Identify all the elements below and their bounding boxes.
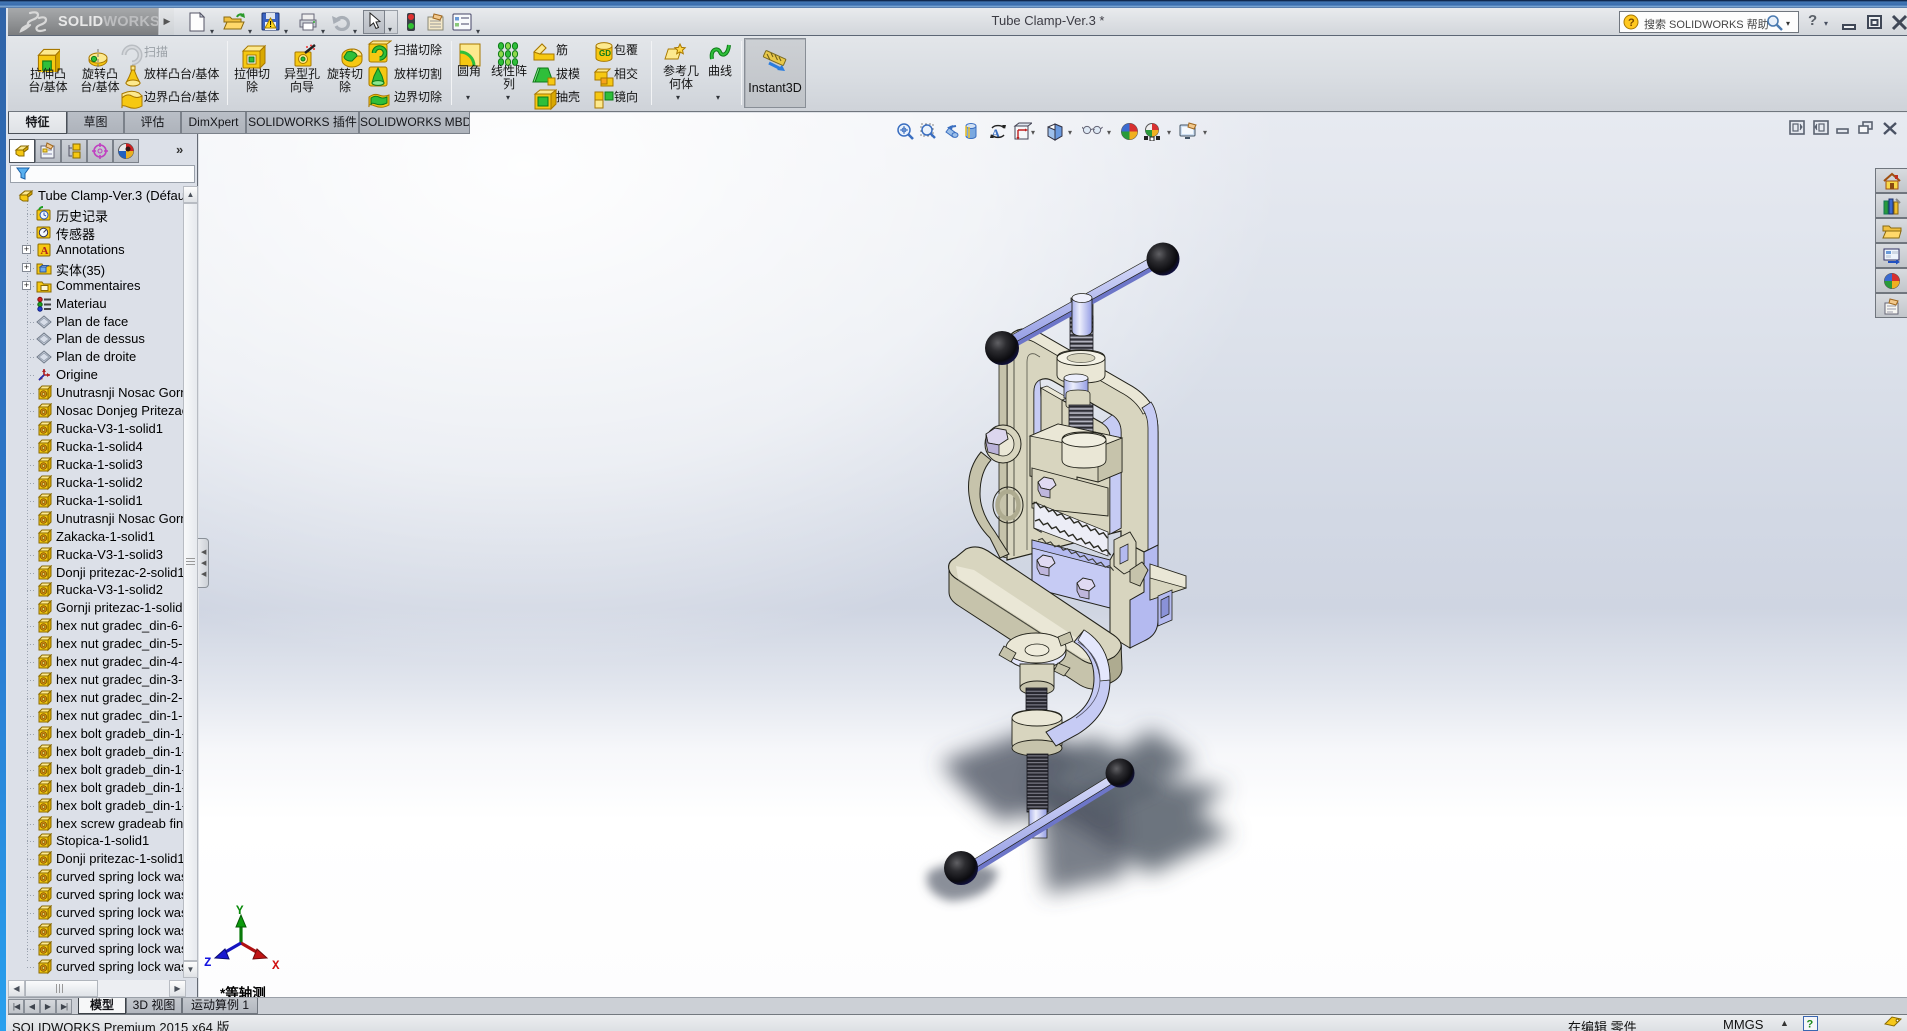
svg-text:A: A bbox=[41, 245, 49, 257]
svg-text:Z: Z bbox=[204, 956, 212, 970]
svg-text:GD: GD bbox=[599, 49, 611, 58]
svg-text:?: ? bbox=[1628, 17, 1635, 29]
svg-text:X: X bbox=[272, 959, 280, 973]
svg-text:!: ! bbox=[269, 20, 272, 29]
svg-text:Y: Y bbox=[236, 904, 244, 918]
svg-text:?: ? bbox=[1807, 1019, 1814, 1031]
